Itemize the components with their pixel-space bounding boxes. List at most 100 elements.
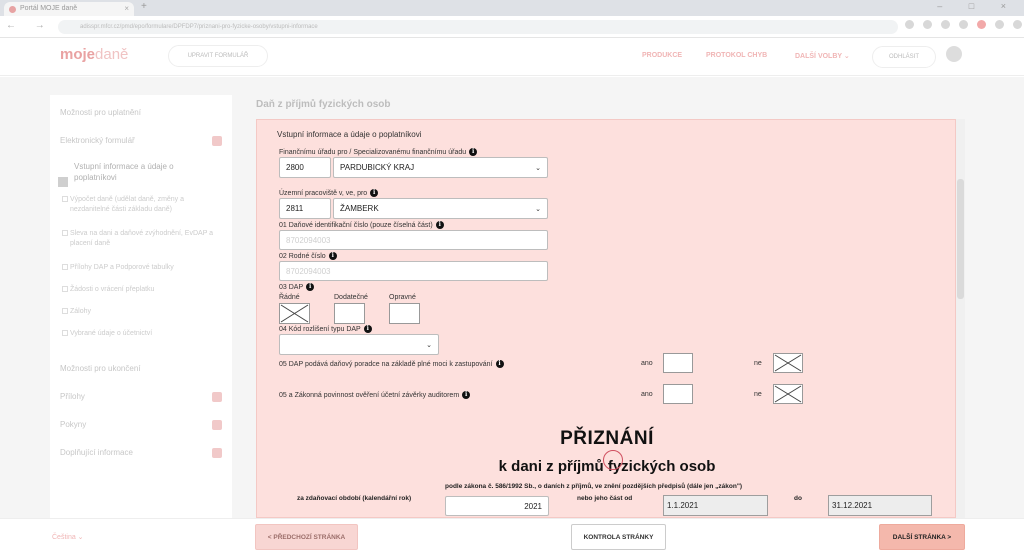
dap-dodatecne-checkbox[interactable]: [334, 303, 365, 324]
sidebar-subitem-zalohy[interactable]: Zálohy: [62, 307, 220, 317]
sidebar-subitem-prilohy-dap[interactable]: Přílohy DAP a Podporové tabulky: [62, 263, 220, 273]
kod-select[interactable]: ⌄: [279, 334, 439, 355]
dap-radne-checkbox[interactable]: [279, 303, 310, 324]
q05a-yes-checkbox[interactable]: [663, 384, 693, 404]
url-field[interactable]: adisspr.mfcr.cz/pmd/epo/formulare/DPFDP7…: [58, 20, 898, 34]
extension-icon[interactable]: [995, 20, 1004, 29]
page-body: Možnosti pro uplatnění Elektronický form…: [0, 77, 1024, 518]
previous-page-button[interactable]: < PŘEDCHOZÍ STRÁNKA: [255, 524, 358, 550]
checked-x-icon: [774, 385, 802, 403]
logout-button[interactable]: ODHLÁSIT: [872, 46, 936, 68]
tax-year-field[interactable]: 2021: [445, 496, 549, 516]
q05-yes-checkbox[interactable]: [663, 353, 693, 373]
territorial-code-field[interactable]: 2811: [279, 198, 331, 219]
edit-form-button[interactable]: UPRAVIT FORMULÁŘ: [168, 45, 268, 67]
chevron-down-icon: ⌄: [535, 164, 541, 172]
expand-icon[interactable]: [212, 448, 222, 458]
dap-label: 03 DAP i: [279, 283, 315, 291]
q05-no-checkbox[interactable]: [773, 353, 803, 373]
section-title: Vstupní informace a údaje o poplatníkovi: [277, 130, 422, 139]
nav-protokol-chyb[interactable]: PROTOKOL CHYB: [706, 52, 767, 59]
extension-icons: [905, 20, 1024, 29]
fin-office-label: Finančnímu úřadu pro / Specializovanému …: [279, 148, 478, 156]
checked-x-icon: [280, 304, 309, 323]
stamp-icon: [603, 450, 623, 470]
info-icon[interactable]: i: [328, 252, 337, 260]
extension-icon[interactable]: [1013, 20, 1022, 29]
window-controls[interactable]: – □ ×: [937, 1, 1018, 11]
law-reference-text: podle zákona č. 586/1992 Sb., o daních z…: [445, 483, 743, 490]
star-icon[interactable]: [923, 20, 932, 29]
language-select[interactable]: Čeština ⌄: [52, 533, 84, 541]
territorial-select[interactable]: ŽAMBERK ⌄: [333, 198, 548, 219]
rc-field[interactable]: 8702094003: [279, 261, 548, 281]
sidebar-subitem-zadost-vraceni[interactable]: Žádosti o vrácení přeplatku: [62, 285, 220, 295]
close-tab-icon[interactable]: ×: [124, 4, 129, 13]
info-icon[interactable]: i: [435, 221, 444, 229]
period-from-field: 1.1.2021: [663, 495, 768, 516]
expand-icon[interactable]: [212, 420, 222, 430]
form-title: PŘIZNÁNÍ: [560, 428, 654, 449]
logo[interactable]: mojedaně: [60, 46, 128, 63]
fin-office-select[interactable]: PARDUBICKÝ KRAJ ⌄: [333, 157, 548, 178]
sidebar-subitem-vypocet-dane[interactable]: Výpočet daně (udělat daně, změny a nezda…: [62, 195, 220, 215]
sidebar-subitem-sleva-na-dani[interactable]: Sleva na dani a daňové zvýhodnění, EvDAP…: [62, 229, 220, 249]
sidebar-item-doplnujici-informace[interactable]: Doplňující informace: [60, 447, 133, 458]
info-icon[interactable]: i: [363, 325, 372, 333]
sidebar-subitem-label: Zálohy: [70, 308, 92, 315]
check-page-button[interactable]: KONTROLA STRÁNKY: [571, 524, 666, 550]
sidebar-item-elektronicky-formular[interactable]: Elektronický formulář: [60, 135, 135, 146]
sidebar-item-prilohy[interactable]: Přílohy: [60, 391, 85, 402]
nav-dalsi-volby[interactable]: DALŠÍ VOLBY ⌄: [795, 52, 850, 60]
sidebar-subitem-label: Vybrané údaje o účetnictví: [70, 330, 153, 337]
chevron-down-icon: ⌄: [535, 205, 541, 213]
dic-label: 01 Daňové identifikační číslo (pouze čís…: [279, 221, 444, 229]
dap-opravne-checkbox[interactable]: [389, 303, 420, 324]
dap-label-text: 03 DAP: [279, 283, 304, 291]
share-icon[interactable]: [905, 20, 914, 29]
expand-icon[interactable]: [212, 392, 222, 402]
browser-tab-bar: Portál MOJE daně × + – □ ×: [0, 0, 1024, 16]
extension-icon[interactable]: [959, 20, 968, 29]
scrollbar-thumb[interactable]: [957, 179, 964, 299]
dap-option-opravne-label: Opravné: [389, 294, 416, 301]
territorial-select-value: ŽAMBERK: [340, 204, 379, 213]
user-avatar-icon[interactable]: [946, 46, 962, 62]
sidebar-subitem-label: Žádosti o vrácení přeplatku: [70, 286, 155, 293]
kod-label: 04 Kód rozlišení typu DAP i: [279, 325, 372, 333]
rc-label-text: 02 Rodné číslo: [279, 252, 326, 260]
checkbox-icon: [58, 177, 68, 187]
sidebar-subitem-label: Sleva na dani a daňové zvýhodnění, EvDAP…: [70, 230, 214, 247]
new-tab-icon[interactable]: +: [141, 1, 147, 12]
sidebar-subitem-vybrane-udaje[interactable]: Vybrané údaje o účetnictví: [62, 329, 220, 339]
info-icon[interactable]: i: [370, 189, 379, 197]
form-scrollbar[interactable]: [956, 119, 965, 518]
info-icon[interactable]: i: [495, 360, 504, 368]
nav-produkce[interactable]: PRODUKCE: [642, 52, 682, 59]
sidebar-item-pokyny[interactable]: Pokyny: [60, 419, 86, 430]
info-icon[interactable]: i: [306, 283, 315, 291]
sidebar-subitem-label: Přílohy DAP a Podporové tabulky: [70, 264, 174, 271]
fin-office-code-field[interactable]: 2800: [279, 157, 331, 178]
info-icon[interactable]: i: [462, 391, 471, 399]
next-page-button[interactable]: DALŠÍ STRÁNKA >: [879, 524, 965, 550]
q05a-no-checkbox[interactable]: [773, 384, 803, 404]
info-icon[interactable]: i: [469, 148, 478, 156]
sidebar-item-moznosti-ukonceni[interactable]: Možnosti pro ukončení: [60, 363, 141, 374]
sidebar: Možnosti pro uplatnění Elektronický form…: [50, 95, 232, 518]
q05a-label: 05 a Zákonná povinnost ověření účetní zá…: [279, 391, 471, 399]
dic-label-text: 01 Daňové identifikační číslo (pouze čís…: [279, 221, 433, 229]
browser-tab[interactable]: Portál MOJE daně ×: [4, 2, 134, 16]
checked-x-icon: [774, 354, 802, 372]
expand-icon[interactable]: [212, 136, 222, 146]
q05a-no-label: ne: [754, 391, 762, 398]
dic-field[interactable]: 8702094003: [279, 230, 548, 250]
to-label: do: [794, 495, 802, 502]
rc-label: 02 Rodné číslo i: [279, 252, 337, 260]
extension-icon[interactable]: [941, 20, 950, 29]
extension-icon[interactable]: [977, 20, 986, 29]
territorial-label-text: Územní pracoviště v, ve, pro: [279, 189, 368, 197]
sidebar-item-vstupni-informace[interactable]: Vstupní informace a údaje o poplatníkovi: [74, 161, 204, 183]
sidebar-item-moznosti-uplatneni[interactable]: Možnosti pro uplatnění: [60, 107, 141, 118]
bottom-bar: Čeština ⌄ < PŘEDCHOZÍ STRÁNKA KONTROLA S…: [0, 518, 1024, 555]
